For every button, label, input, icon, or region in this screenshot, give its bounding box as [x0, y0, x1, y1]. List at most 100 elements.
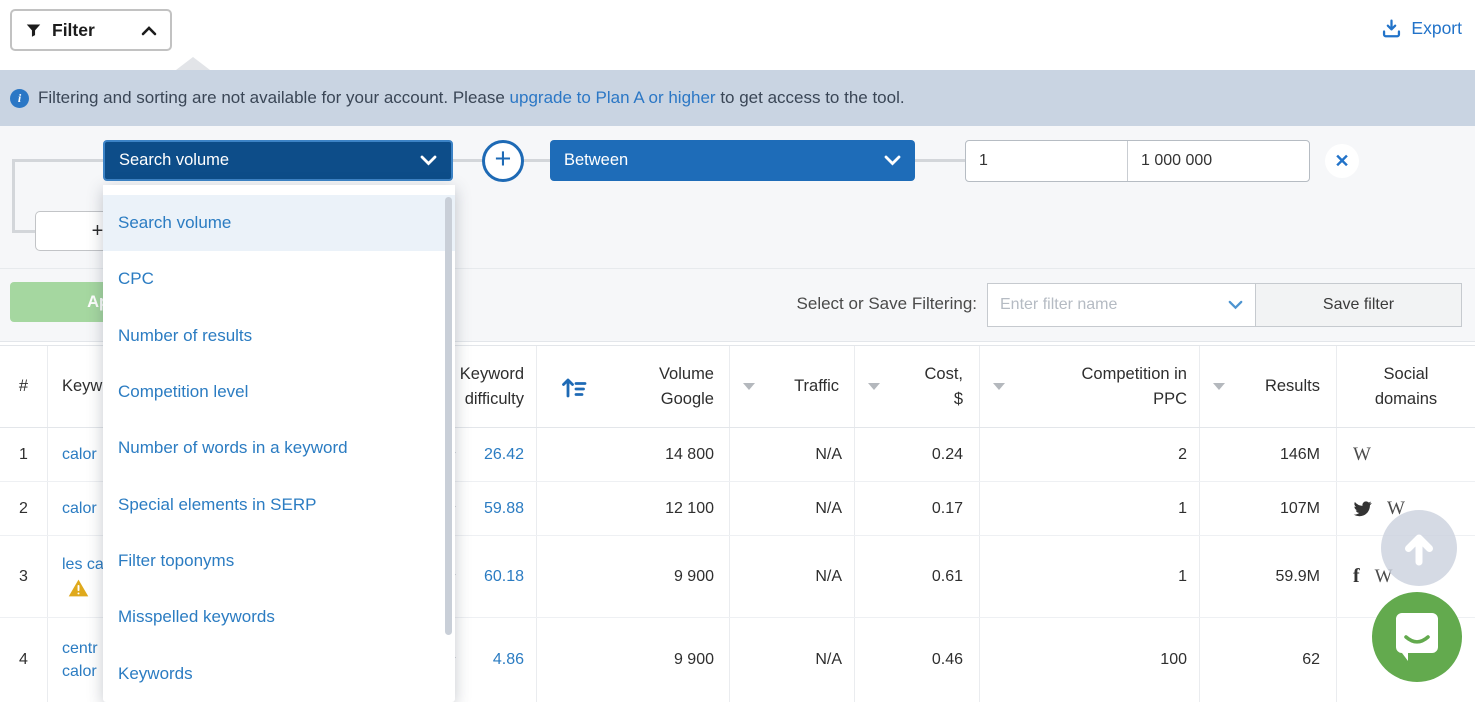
banner-text: Filtering and sorting are not available …: [38, 88, 905, 108]
chevron-down-icon: [420, 155, 437, 166]
chevron-up-icon: [141, 25, 157, 36]
col-header-num: #: [0, 346, 48, 427]
save-filtering-label: Select or Save Filtering:: [760, 294, 977, 314]
dropdown-option-keywords[interactable]: Keywords: [103, 645, 455, 701]
row-num: 4: [0, 618, 48, 702]
option-label: Filter toponyms: [118, 551, 234, 571]
option-label: Special elements in SERP: [118, 495, 316, 515]
dropdown-scrollbar[interactable]: [445, 197, 452, 635]
connector-line: [12, 230, 35, 233]
upgrade-plan-link[interactable]: upgrade to Plan A or higher: [510, 88, 716, 107]
cost-line1: Cost,: [924, 365, 963, 383]
scroll-to-top-button[interactable]: [1381, 510, 1457, 586]
keyword-link[interactable]: calor: [62, 500, 97, 518]
col-header-traffic[interactable]: Traffic: [730, 346, 855, 427]
filter-operator-select[interactable]: Between: [550, 140, 915, 181]
save-filter-label: Save filter: [1323, 296, 1394, 314]
keyword-link[interactable]: calor: [62, 446, 97, 464]
dropdown-option-filter-toponyms[interactable]: Filter toponyms: [103, 533, 455, 589]
cost-value: 0.17: [855, 482, 980, 535]
connector-line: [12, 159, 103, 162]
results-value: 146M: [1200, 428, 1337, 481]
option-label: Misspelled keywords: [118, 607, 275, 627]
sort-down-icon[interactable]: [1213, 383, 1225, 390]
close-icon: ✕: [1334, 151, 1349, 172]
traffic-label: Traffic: [794, 374, 839, 399]
option-label: CPC: [118, 269, 154, 289]
info-icon: i: [10, 89, 29, 108]
dropdown-option-special-elements[interactable]: Special elements in SERP: [103, 476, 455, 532]
difficulty-value[interactable]: 4.86: [493, 651, 524, 669]
dropdown-option-words-in-keyword[interactable]: Number of words in a keyword: [103, 420, 455, 476]
competition-line1: Competition in: [1082, 365, 1187, 383]
filter-toggle-label: Filter: [52, 20, 95, 41]
dropdown-option-number-of-results[interactable]: Number of results: [103, 308, 455, 364]
plus-icon: +: [495, 145, 512, 174]
competition-value: 2: [980, 428, 1200, 481]
volume-value: 9 900: [537, 618, 730, 702]
option-label: Competition level: [118, 382, 248, 402]
col-header-results[interactable]: Results: [1200, 346, 1337, 427]
option-label: Search volume: [118, 213, 231, 233]
keyword-link[interactable]: centr: [62, 640, 98, 658]
export-button[interactable]: Export: [1381, 18, 1462, 39]
sort-ascending-icon[interactable]: [559, 374, 589, 400]
volume-value: 9 900: [537, 536, 730, 617]
sort-down-icon[interactable]: [743, 383, 755, 390]
social-line2: domains: [1375, 390, 1437, 408]
col-header-difficulty[interactable]: Keyworddifficulty: [450, 346, 537, 427]
traffic-value: N/A: [730, 536, 855, 617]
difficulty-line2: difficulty: [465, 390, 524, 408]
download-icon: [1381, 18, 1402, 39]
filter-name-input[interactable]: [988, 296, 1228, 314]
chevron-down-icon[interactable]: [1228, 300, 1243, 310]
dropdown-option-cpc[interactable]: CPC: [103, 251, 455, 307]
volume-line2: Google: [661, 390, 714, 408]
filter-name-combobox: [987, 283, 1256, 327]
filter-operator-selected: Between: [564, 151, 628, 170]
filter-toggle-button[interactable]: Filter: [10, 9, 172, 51]
difficulty-value[interactable]: 59.88: [484, 500, 524, 518]
keyword-link[interactable]: les ca: [62, 556, 104, 574]
add-filter-button[interactable]: +: [482, 140, 524, 182]
remove-filter-button[interactable]: ✕: [1325, 144, 1359, 178]
traffic-value: N/A: [730, 428, 855, 481]
chevron-down-icon: [884, 155, 901, 166]
plus-icon: +: [92, 220, 104, 243]
results-value: 62: [1200, 618, 1337, 702]
range-to-input[interactable]: [1128, 141, 1309, 181]
sort-down-icon[interactable]: [993, 383, 1005, 390]
warning-icon: [68, 579, 89, 597]
keyword-link[interactable]: calor: [62, 663, 97, 681]
dropdown-option-misspelled-keywords[interactable]: Misspelled keywords: [103, 589, 455, 645]
volume-line1: Volume: [659, 365, 714, 383]
keyword-research-page: Filter Export i Filtering and sorting ar…: [0, 0, 1475, 702]
dropdown-option-search-volume[interactable]: Search volume: [103, 195, 455, 251]
results-value: 107M: [1200, 482, 1337, 535]
difficulty-value[interactable]: 26.42: [484, 446, 524, 464]
wikipedia-icon: W: [1353, 444, 1371, 466]
col-header-competition[interactable]: Competition inPPC: [980, 346, 1200, 427]
facebook-icon: f: [1353, 565, 1360, 588]
cost-value: 0.46: [855, 618, 980, 702]
range-from-input[interactable]: [966, 141, 1128, 181]
volume-value: 14 800: [537, 428, 730, 481]
save-filter-button[interactable]: Save filter: [1255, 283, 1462, 327]
chat-widget-button[interactable]: [1372, 592, 1462, 682]
filter-field-selected: Search volume: [119, 151, 229, 170]
col-header-cost[interactable]: Cost,$: [855, 346, 980, 427]
difficulty-value[interactable]: 60.18: [484, 568, 524, 586]
filter-field-select[interactable]: Search volume: [103, 140, 453, 181]
traffic-value: N/A: [730, 482, 855, 535]
competition-value: 1: [980, 482, 1200, 535]
volume-value: 12 100: [537, 482, 730, 535]
filter-range-inputs: [965, 140, 1310, 182]
dropdown-option-competition-level[interactable]: Competition level: [103, 364, 455, 420]
col-header-volume[interactable]: Volume Google: [537, 346, 730, 427]
option-label: Keywords: [118, 664, 193, 684]
arrow-up-icon: [1397, 526, 1441, 570]
cost-value: 0.24: [855, 428, 980, 481]
sort-down-icon[interactable]: [868, 383, 880, 390]
competition-value: 1: [980, 536, 1200, 617]
funnel-icon: [25, 22, 42, 39]
